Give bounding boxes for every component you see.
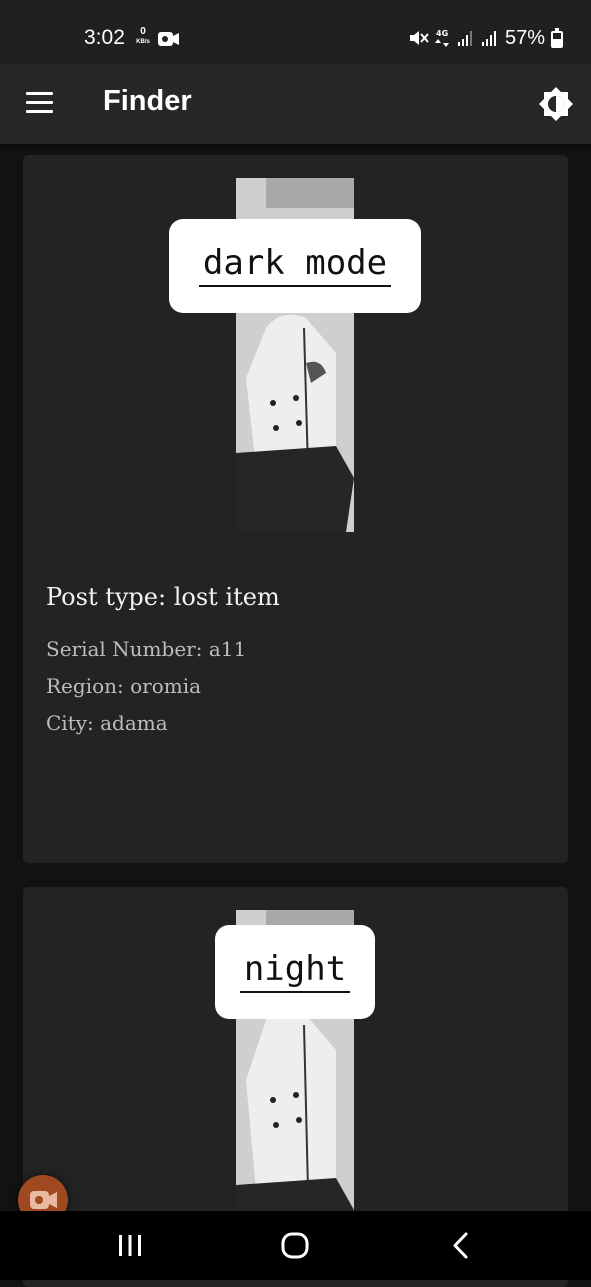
region: Region: oromia: [46, 674, 202, 698]
4g-data-icon: 4G: [434, 29, 449, 47]
system-nav-bar: [0, 1211, 591, 1280]
battery-percent: 57%: [504, 26, 545, 49]
home-icon[interactable]: [255, 1211, 335, 1280]
video-camera-icon: [30, 1191, 57, 1209]
battery-icon: [551, 28, 563, 48]
hamburger-menu-icon[interactable]: [26, 92, 54, 116]
app-title: Finder: [103, 85, 192, 117]
image-caption-text: night: [239, 951, 351, 993]
image-caption-note: night: [215, 925, 375, 1019]
app-bar: Finder: [0, 64, 591, 144]
status-bar: 3:02 0 KB/s 4G 57%: [0, 0, 591, 64]
post-type: Post type: lost item: [46, 583, 280, 611]
recent-apps-icon[interactable]: [90, 1211, 170, 1280]
post-card[interactable]: dark mode Post type: lost item Serial Nu…: [23, 155, 568, 863]
brightness-toggle-icon[interactable]: [538, 86, 574, 122]
data-rate: 0 KB/s: [133, 26, 153, 46]
image-caption-note: dark mode: [169, 219, 421, 313]
status-time: 3:02: [84, 26, 125, 49]
data-rate-unit: KB/s: [136, 39, 150, 45]
serial-number: Serial Number: a11: [46, 637, 247, 661]
status-right-icons: 4G 57%: [409, 26, 563, 50]
video-camera-icon: [158, 32, 179, 46]
signal-icon: [481, 31, 496, 46]
image-caption-text: dark mode: [198, 245, 392, 287]
signal-icon: [457, 31, 472, 46]
city: City: adama: [46, 711, 168, 735]
svg-text:4G: 4G: [436, 29, 448, 38]
back-icon[interactable]: [421, 1211, 501, 1280]
mute-icon: [409, 31, 429, 45]
data-rate-value: 0: [140, 26, 146, 37]
